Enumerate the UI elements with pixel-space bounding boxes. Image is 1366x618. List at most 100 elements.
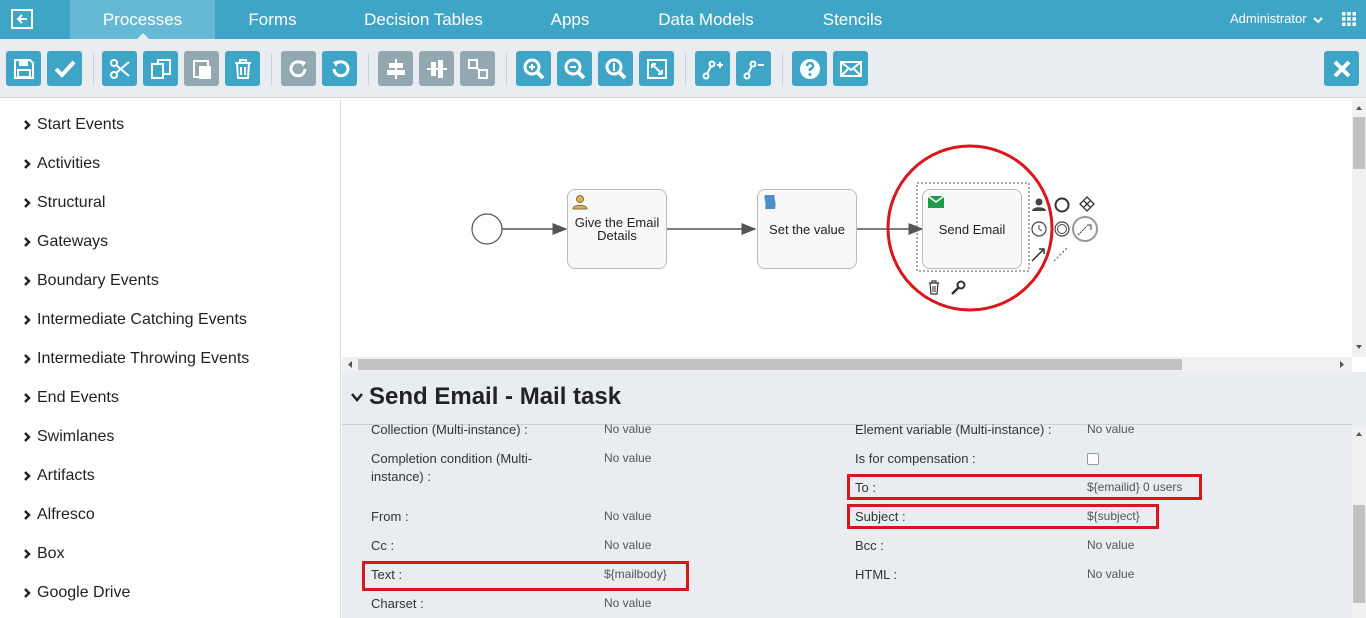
annotation-shortcut-icon[interactable]	[1072, 216, 1098, 242]
cut-button[interactable]	[102, 51, 137, 86]
palette-group-label: Artifacts	[37, 467, 95, 484]
task-label: Send Email	[938, 221, 1006, 237]
zoom-actual-button[interactable]	[598, 51, 633, 86]
tab-decision-tables[interactable]: Decision Tables	[350, 0, 497, 39]
prop-value-cc[interactable]: No value	[604, 538, 651, 552]
redo-button[interactable]	[281, 51, 316, 86]
scrollbar-thumb[interactable]	[358, 359, 1182, 370]
scrollbar-thumb[interactable]	[1353, 505, 1365, 603]
task-set-the-value[interactable]: Set the value	[757, 189, 857, 269]
highlight-box-text	[362, 561, 689, 591]
undo-button[interactable]	[322, 51, 357, 86]
top-navigation: Processes Forms Decision Tables Apps Dat…	[0, 0, 1366, 40]
properties-header[interactable]: Send Email - Mail task	[350, 383, 621, 411]
wrench-icon[interactable]	[951, 280, 966, 295]
script-task-icon	[764, 195, 776, 209]
prop-label-html: HTML :	[855, 567, 898, 582]
close-editor-button[interactable]	[1324, 51, 1359, 86]
scrollbar-thumb[interactable]	[1353, 117, 1365, 169]
highlight-box-to	[847, 474, 1202, 500]
delete-button[interactable]	[225, 51, 260, 86]
palette-group-label: Boundary Events	[37, 272, 159, 289]
tab-apps[interactable]: Apps	[530, 0, 610, 39]
end-event-shortcut-icon[interactable]	[1054, 197, 1070, 213]
redo-icon	[289, 59, 306, 77]
palette-group-label: Intermediate Catching Events	[37, 311, 247, 328]
palette-group-structural[interactable]: Structural	[22, 192, 105, 214]
canvas-vertical-scrollbar[interactable]	[1352, 99, 1366, 357]
remove-bendpoint-button[interactable]	[736, 51, 771, 86]
back-icon[interactable]	[11, 9, 33, 29]
scroll-down-icon[interactable]	[1352, 342, 1366, 352]
tab-forms[interactable]: Forms	[221, 0, 324, 39]
palette-group-end-events[interactable]: End Events	[22, 387, 119, 409]
prop-label-element-variable: Element variable (Multi-instance) :	[855, 422, 1052, 437]
prop-value-collection[interactable]: No value	[604, 422, 651, 436]
palette-group-intermediate-catching-events[interactable]: Intermediate Catching Events	[22, 309, 247, 331]
scroll-up-icon[interactable]	[1352, 429, 1366, 439]
palette-group-intermediate-throwing-events[interactable]: Intermediate Throwing Events	[22, 348, 249, 370]
close-icon	[1333, 60, 1350, 77]
task-label: Give the Email Details	[574, 215, 660, 243]
user-menu[interactable]: Administrator	[1230, 11, 1323, 26]
copy-button[interactable]	[143, 51, 178, 86]
compensation-checkbox[interactable]	[1087, 453, 1099, 465]
properties-scrollbar[interactable]	[1352, 425, 1366, 618]
trash-icon	[234, 58, 251, 79]
task-send-email[interactable]: Send Email	[922, 189, 1022, 269]
tab-stencils[interactable]: Stencils	[810, 0, 895, 39]
zoom-out-icon	[564, 58, 585, 79]
prop-value-completion-condition[interactable]: No value	[604, 451, 651, 465]
chevron-right-icon	[24, 120, 31, 130]
validate-button[interactable]	[47, 51, 82, 86]
palette-group-artifacts[interactable]: Artifacts	[22, 465, 95, 487]
chevron-right-icon	[24, 432, 31, 442]
scroll-up-icon[interactable]	[1352, 103, 1366, 113]
connect-arrow-icon[interactable]	[1031, 248, 1045, 262]
paste-button[interactable]	[184, 51, 219, 86]
save-button[interactable]	[6, 51, 41, 86]
diagram-canvas[interactable]: Give the Email Details Set the value Sen…	[342, 99, 1352, 357]
prop-value-bcc[interactable]: No value	[1087, 538, 1134, 552]
user-task-shortcut-icon[interactable]	[1032, 198, 1046, 212]
palette-group-alfresco[interactable]: Alfresco	[22, 504, 95, 526]
palette-group-activities[interactable]: Activities	[22, 153, 100, 175]
scroll-left-icon[interactable]	[345, 357, 355, 372]
prop-value-from[interactable]: No value	[604, 509, 651, 523]
copy-icon	[150, 58, 171, 79]
palette-group-swimlanes[interactable]: Swimlanes	[22, 426, 114, 448]
chevron-right-icon	[24, 276, 31, 286]
palette-group-gateways[interactable]: Gateways	[22, 231, 108, 253]
prop-label-charset: Charset :	[371, 596, 424, 611]
apps-grid-icon[interactable]	[1342, 12, 1356, 26]
palette-group-box[interactable]: Box	[22, 543, 65, 565]
dotted-connector-icon[interactable]	[1053, 247, 1068, 262]
tab-data-models[interactable]: Data Models	[645, 0, 767, 39]
prop-value-element-variable[interactable]: No value	[1087, 422, 1134, 436]
palette-group-start-events[interactable]: Start Events	[22, 114, 124, 136]
prop-label-collection: Collection (Multi-instance) :	[371, 422, 528, 437]
prop-value-charset[interactable]: No value	[604, 596, 651, 610]
prop-value-html[interactable]: No value	[1087, 567, 1134, 581]
add-bendpoint-button[interactable]	[695, 51, 730, 86]
zoom-out-button[interactable]	[557, 51, 592, 86]
gateway-shortcut-icon[interactable]	[1079, 196, 1095, 212]
palette-group-boundary-events[interactable]: Boundary Events	[22, 270, 159, 292]
palette-group-google-drive[interactable]: Google Drive	[22, 582, 130, 604]
palette-group-label: Swimlanes	[37, 428, 115, 445]
zoom-in-button[interactable]	[516, 51, 551, 86]
align-horizontal-button[interactable]	[378, 51, 413, 86]
align-vertical-button[interactable]	[419, 51, 454, 86]
zoom-fit-button[interactable]	[639, 51, 674, 86]
tab-processes[interactable]: Processes	[70, 0, 215, 40]
feedback-button[interactable]	[833, 51, 868, 86]
same-size-button[interactable]	[460, 51, 495, 86]
scroll-right-icon[interactable]	[1337, 357, 1347, 372]
start-event[interactable]	[471, 213, 503, 245]
task-give-email-details[interactable]: Give the Email Details	[567, 189, 667, 269]
canvas-horizontal-scrollbar[interactable]	[342, 357, 1352, 372]
chevron-right-icon	[24, 315, 31, 325]
trash-icon[interactable]	[929, 280, 939, 295]
help-button[interactable]	[792, 51, 827, 86]
chevron-right-icon	[24, 159, 31, 169]
